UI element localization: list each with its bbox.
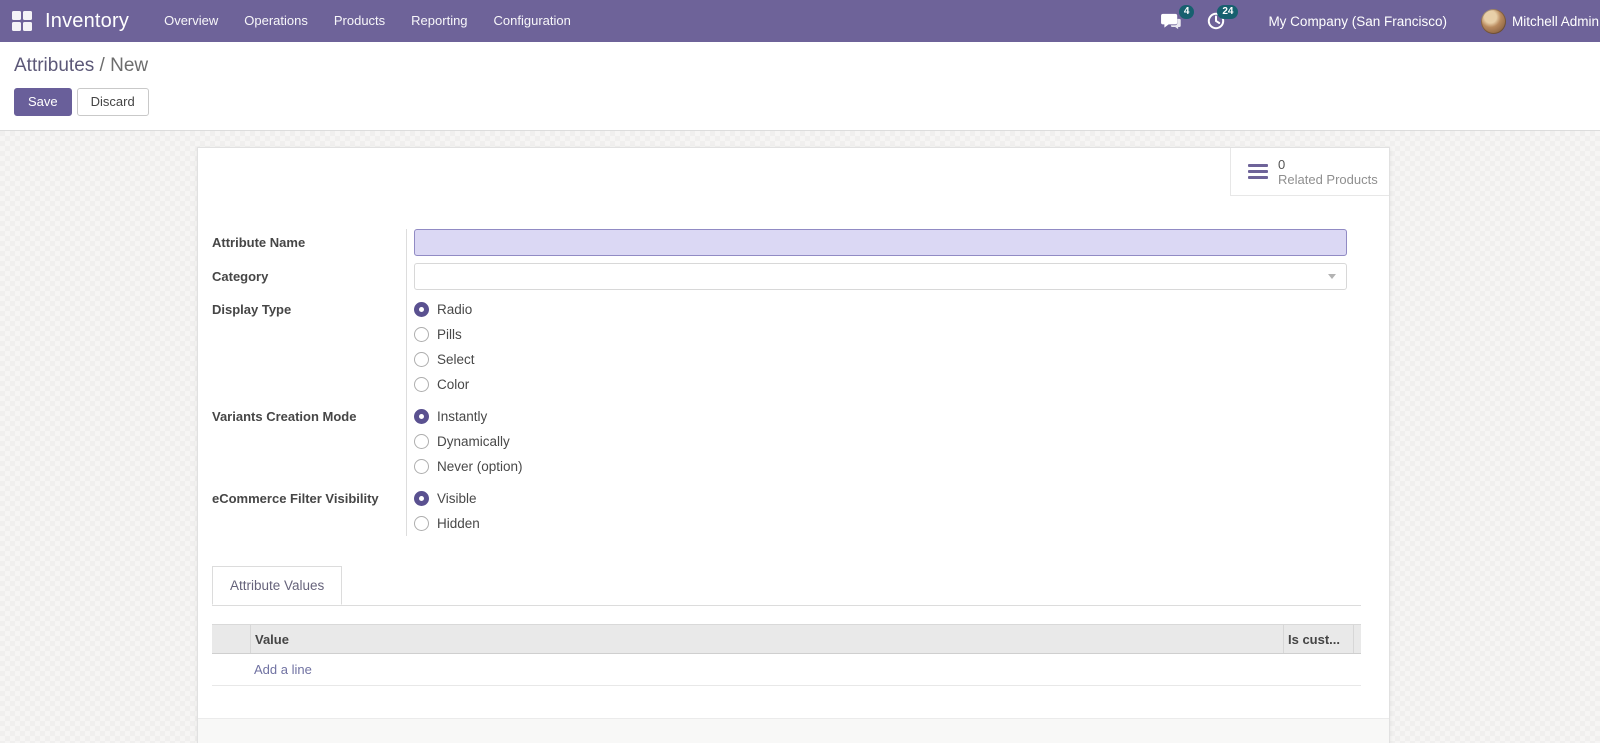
navbar-systray: 4 24 My Company (San Francisco) Mitchell…: [1149, 0, 1600, 42]
radio-button[interactable]: [414, 434, 429, 449]
related-products-stat-button[interactable]: 0 Related Products: [1230, 148, 1389, 196]
category-label: Category: [212, 263, 406, 297]
display-type-option-select[interactable]: Select: [414, 347, 1347, 372]
breadcrumb-attributes[interactable]: Attributes: [14, 55, 94, 76]
chevron-down-icon: [1328, 274, 1336, 279]
save-button[interactable]: Save: [14, 88, 72, 116]
variants-mode-option-never[interactable]: Never (option): [414, 454, 1347, 479]
app-menus: Overview Operations Products Reporting C…: [151, 0, 584, 42]
category-row: Category: [212, 263, 1347, 297]
display-type-option-color[interactable]: Color: [414, 372, 1347, 397]
display-type-option-radio[interactable]: Radio: [414, 297, 1347, 322]
menu-configuration[interactable]: Configuration: [481, 0, 584, 42]
messages-badge: 4: [1179, 5, 1195, 19]
user-name: Mitchell Admin: [1512, 14, 1600, 29]
discard-button[interactable]: Discard: [77, 88, 149, 116]
variants-mode-option-instantly[interactable]: Instantly: [414, 404, 1347, 429]
user-menu[interactable]: Mitchell Admin: [1473, 0, 1600, 42]
variants-creation-mode-row: Variants Creation Mode Instantly Dynamic…: [212, 404, 1347, 486]
variants-creation-mode-label: Variants Creation Mode: [212, 404, 406, 486]
attribute-name-label: Attribute Name: [212, 229, 406, 263]
radio-button[interactable]: [414, 459, 429, 474]
handle-column-header: [212, 625, 250, 653]
value-column-header[interactable]: Value: [250, 625, 1283, 653]
menu-operations[interactable]: Operations: [231, 0, 321, 42]
radio-button-checked[interactable]: [414, 491, 429, 506]
add-a-line-link[interactable]: Add a line: [254, 662, 312, 677]
related-products-count: 0: [1278, 157, 1378, 172]
top-navbar: Inventory Overview Operations Products R…: [0, 0, 1600, 42]
form-view-background: 0 Related Products Attribute Name Catego…: [0, 131, 1600, 743]
radio-button[interactable]: [414, 377, 429, 392]
menu-products[interactable]: Products: [321, 0, 398, 42]
avatar: [1481, 9, 1506, 34]
messages-button[interactable]: 4: [1149, 0, 1194, 42]
display-type-label: Display Type: [212, 297, 406, 404]
control-panel: Attributes / New Save Discard: [0, 42, 1600, 131]
related-products-label: Related Products: [1278, 172, 1378, 187]
menu-overview[interactable]: Overview: [151, 0, 231, 42]
ecommerce-visibility-option-hidden[interactable]: Hidden: [414, 511, 1347, 536]
attribute-name-row: Attribute Name: [212, 229, 1347, 263]
list-header-row: Value Is cust...: [212, 624, 1361, 654]
activities-badge: 24: [1217, 5, 1238, 19]
display-type-row: Display Type Radio Pills Select: [212, 297, 1347, 404]
activities-button[interactable]: 24: [1194, 0, 1238, 42]
ecommerce-visibility-option-visible[interactable]: Visible: [414, 486, 1347, 511]
ecommerce-filter-visibility-label: eCommerce Filter Visibility: [212, 486, 406, 536]
breadcrumb-new: New: [110, 55, 148, 76]
company-switcher[interactable]: My Company (San Francisco): [1268, 14, 1447, 29]
breadcrumb: Attributes / New: [14, 55, 1586, 76]
list-icon: [1248, 164, 1268, 179]
sheet-bottom-filler: [198, 718, 1389, 743]
form-fields: Attribute Name Category Display Type: [212, 229, 1347, 536]
breadcrumb-separator: /: [100, 55, 105, 76]
trailing-column-header: [1353, 625, 1361, 653]
radio-button-checked[interactable]: [414, 409, 429, 424]
variants-mode-option-dynamically[interactable]: Dynamically: [414, 429, 1347, 454]
radio-button[interactable]: [414, 327, 429, 342]
category-select[interactable]: [414, 263, 1347, 290]
display-type-option-pills[interactable]: Pills: [414, 322, 1347, 347]
radio-button[interactable]: [414, 516, 429, 531]
menu-reporting[interactable]: Reporting: [398, 0, 480, 42]
radio-button-checked[interactable]: [414, 302, 429, 317]
attribute-name-input[interactable]: [414, 229, 1347, 256]
add-a-line-row: Add a line: [212, 654, 1361, 686]
tab-attribute-values[interactable]: Attribute Values: [212, 566, 342, 605]
attribute-values-list: Value Is cust... Add a line: [212, 624, 1361, 686]
notebook-tabs: Attribute Values: [212, 565, 1361, 606]
apps-menu-icon[interactable]: [12, 11, 32, 31]
is-custom-column-header[interactable]: Is cust...: [1283, 625, 1353, 653]
app-name[interactable]: Inventory: [45, 10, 129, 33]
ecommerce-filter-visibility-row: eCommerce Filter Visibility Visible Hidd…: [212, 486, 1347, 536]
radio-button[interactable]: [414, 352, 429, 367]
control-panel-buttons: Save Discard: [14, 88, 1586, 116]
form-sheet: 0 Related Products Attribute Name Catego…: [197, 147, 1390, 743]
